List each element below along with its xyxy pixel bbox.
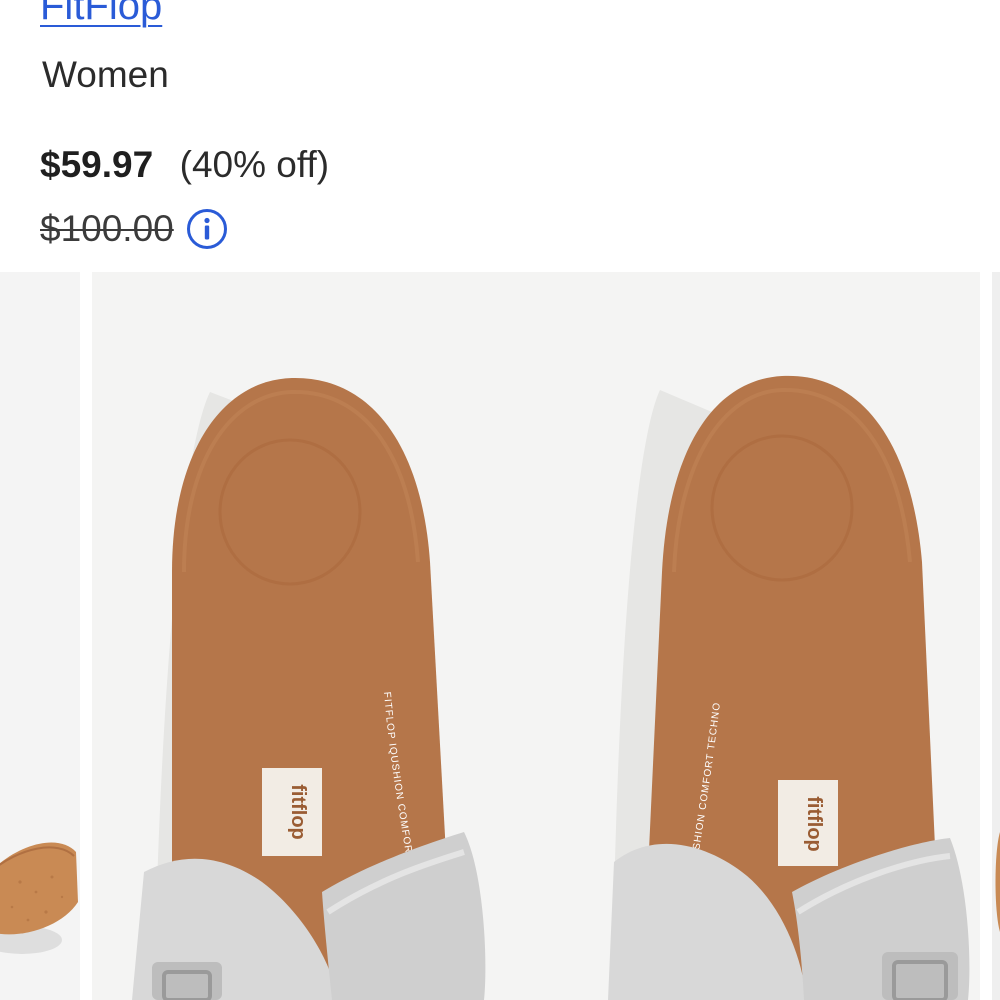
original-price: $100.00 <box>40 208 174 249</box>
product-category: Women <box>42 54 169 95</box>
next-image-slide[interactable] <box>992 272 1000 1000</box>
discount-label: (40% off) <box>179 144 330 185</box>
original-price-row: $100.00 <box>40 206 234 252</box>
svg-text:fitflop: fitflop <box>287 784 309 840</box>
previous-image-slide[interactable] <box>0 272 80 1000</box>
brand-link[interactable]: FitFlop <box>40 0 162 34</box>
product-page: FitFlop Women $59.97 (40% off) $100.00 f… <box>0 0 1000 1000</box>
price-row: $59.97 (40% off) <box>40 142 329 188</box>
product-image-gallery[interactable]: fitflop FITFLOP IQUSHION COMFORT TECHNOL… <box>0 272 1000 1000</box>
product-header: FitFlop Women $59.97 (40% off) $100.00 <box>40 0 960 270</box>
svg-text:fitflop: fitflop <box>803 796 825 852</box>
info-icon[interactable] <box>180 202 234 256</box>
sale-price: $59.97 <box>40 144 154 185</box>
main-product-image[interactable]: fitflop FITFLOP IQUSHION COMFORT TECHNOL… <box>92 272 980 1000</box>
